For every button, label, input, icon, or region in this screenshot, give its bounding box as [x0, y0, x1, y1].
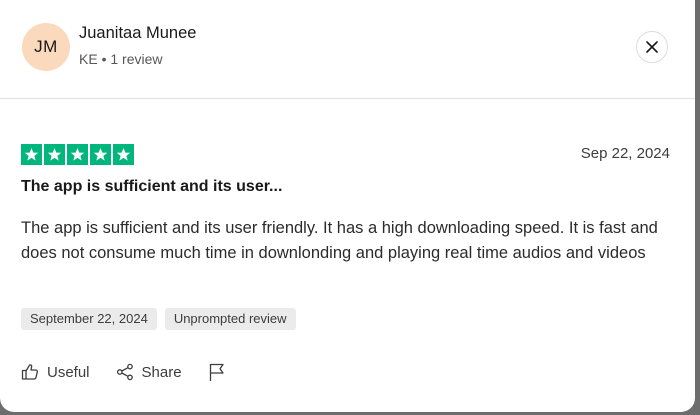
- star-icon: [116, 147, 131, 162]
- useful-button[interactable]: Useful: [21, 363, 90, 381]
- flag-icon: [208, 362, 226, 382]
- star-5: [113, 144, 134, 165]
- flag-button[interactable]: [208, 362, 226, 382]
- review-title: The app is sufficient and its user...: [21, 178, 283, 195]
- reviewer-country: KE: [79, 51, 98, 67]
- star-2: [44, 144, 65, 165]
- close-button[interactable]: [636, 31, 668, 63]
- review-date: Sep 22, 2024: [580, 145, 670, 162]
- tag-date: September 22, 2024: [21, 308, 157, 330]
- share-label: Share: [141, 363, 182, 381]
- close-icon: [645, 40, 659, 54]
- review-modal: JM Juanitaa Munee KE • 1 review Sep 22, …: [0, 0, 695, 412]
- star-icon: [24, 147, 39, 162]
- reviewer-name[interactable]: Juanitaa Munee: [79, 24, 196, 43]
- share-button[interactable]: Share: [116, 363, 182, 381]
- share-icon: [116, 363, 134, 381]
- reviewer-meta: KE • 1 review: [79, 51, 163, 67]
- star-3: [67, 144, 88, 165]
- review-body: The app is sufficient and its user frien…: [21, 219, 658, 262]
- star-icon: [70, 147, 85, 162]
- review-actions: Useful Share: [21, 362, 226, 382]
- star-icon: [93, 147, 108, 162]
- useful-label: Useful: [47, 363, 90, 381]
- review-tags: September 22, 2024 Unprompted review: [21, 308, 296, 330]
- star-1: [21, 144, 42, 165]
- star-rating: [21, 144, 134, 165]
- tag-unprompted: Unprompted review: [164, 308, 296, 330]
- avatar[interactable]: JM: [22, 23, 70, 71]
- reviewer-header: JM Juanitaa Munee KE • 1 review: [0, 0, 695, 99]
- thumbs-up-icon: [21, 363, 39, 381]
- star-4: [90, 144, 111, 165]
- meta-separator: •: [101, 51, 107, 67]
- star-icon: [47, 147, 62, 162]
- reviewer-review-count: 1 review: [110, 51, 163, 67]
